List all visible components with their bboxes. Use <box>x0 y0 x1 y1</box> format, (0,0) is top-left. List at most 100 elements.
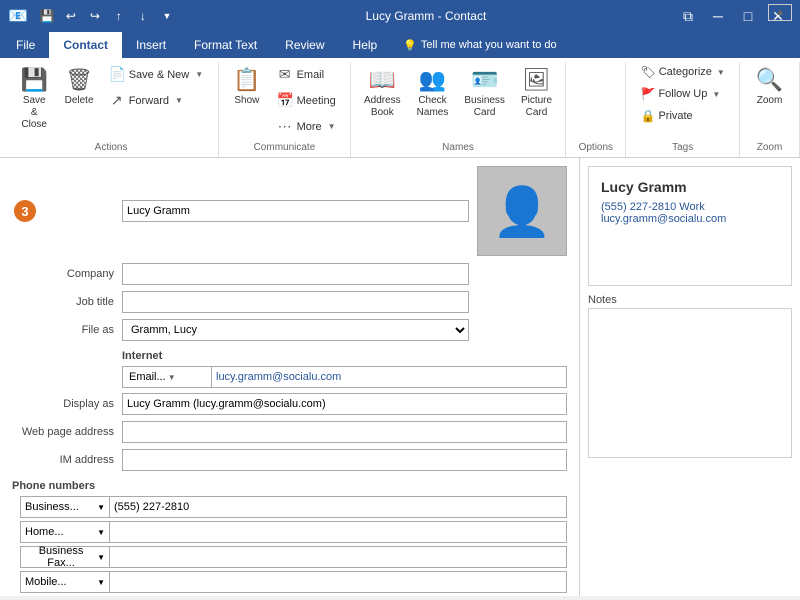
mobile-input[interactable] <box>110 571 567 593</box>
ribbon-group-actions: 💾 Save &Close 🗑 Delete 📄 Save & New ▼ <box>4 62 219 157</box>
home-label: Home... <box>25 526 64 538</box>
fax-dropdown-arrow: ▼ <box>97 553 105 562</box>
private-icon: 🔒 <box>640 109 655 123</box>
business-label: Business... <box>25 501 79 513</box>
notes-label: Notes <box>588 294 792 306</box>
save-new-icon: 📄 <box>109 66 125 83</box>
business-dropdown-arrow: ▼ <box>97 503 105 512</box>
maximize-btn[interactable]: □ <box>734 2 762 30</box>
restore-btn[interactable]: ⧉ <box>674 2 702 30</box>
notes-textarea[interactable] <box>588 308 792 458</box>
check-names-button[interactable]: 👥 CheckNames <box>410 62 456 124</box>
picture-icon: 🖼 <box>523 67 551 93</box>
zoom-button[interactable]: 🔍 Zoom <box>749 62 790 112</box>
qat-up[interactable]: ↑ <box>108 5 130 27</box>
check-names-icon: 👥 <box>419 67 446 93</box>
qat-save[interactable]: 💾 <box>36 5 58 27</box>
right-panel: Lucy Gramm (555) 227-2810 Work lucy.gram… <box>580 158 800 596</box>
picture-card-button[interactable]: 🖼 PictureCard <box>514 62 559 124</box>
business-phone-row: Business... ▼ <box>12 496 567 518</box>
forward-button[interactable]: ↗ Forward ▼ <box>102 88 210 113</box>
email-row: Email... ▼ <box>12 366 567 388</box>
more-arrow: ▼ <box>328 122 336 131</box>
tab-contact[interactable]: Contact <box>49 32 122 58</box>
forward-arrow: ▼ <box>175 96 183 105</box>
follow-up-button[interactable]: 🚩 Follow Up ▼ <box>633 84 727 104</box>
contact-card-name: Lucy Gramm <box>601 179 779 195</box>
qat-down[interactable]: ↓ <box>132 5 154 27</box>
ribbon-group-tags: 🏷 Categorize ▼ 🚩 Follow Up ▼ 🔒 Private T… <box>626 62 740 157</box>
job-title-row: Job title <box>12 290 567 314</box>
mobile-dropdown[interactable]: Mobile... ▼ <box>20 571 110 593</box>
im-row: IM address <box>12 448 567 472</box>
qat-redo[interactable]: ↪ <box>84 5 106 27</box>
home-phone-row: Home... ▼ <box>12 521 567 543</box>
display-as-label: Display as <box>12 398 122 410</box>
ribbon-content: 💾 Save &Close 🗑 Delete 📄 Save & New ▼ <box>0 58 800 157</box>
email-button[interactable]: ✉ Email <box>270 62 343 87</box>
web-page-input[interactable] <box>122 421 567 443</box>
business-phone-input[interactable] <box>110 496 567 518</box>
tab-insert[interactable]: Insert <box>122 32 180 58</box>
company-input[interactable] <box>122 263 469 285</box>
display-as-row: Display as <box>12 392 567 416</box>
mobile-row: Mobile... ▼ <box>12 571 567 593</box>
save-icon: 💾 <box>21 67 48 93</box>
mobile-dropdown-arrow: ▼ <box>97 578 105 587</box>
app-icon: 📧 <box>8 6 28 26</box>
categorize-button[interactable]: 🏷 Categorize ▼ <box>633 62 731 82</box>
more-button[interactable]: ⋯ More ▼ <box>270 114 343 139</box>
minimize-btn[interactable]: ─ <box>704 2 732 30</box>
save-new-button[interactable]: 📄 Save & New ▼ <box>102 62 210 87</box>
name-row: 3 👤 <box>12 166 567 256</box>
tab-help[interactable]: Help <box>339 32 392 58</box>
lightbulb-icon: 💡 <box>403 39 417 52</box>
email-btn-label: Email... <box>129 371 166 383</box>
im-label: IM address <box>12 454 122 466</box>
quick-access-toolbar: 💾 ↩ ↪ ↑ ↓ ▼ <box>36 5 178 27</box>
home-phone-input[interactable] <box>110 521 567 543</box>
email-dropdown-button[interactable]: Email... ▼ <box>122 366 212 388</box>
tab-file[interactable]: File <box>2 32 49 58</box>
job-title-input[interactable] <box>122 291 469 313</box>
qat-undo[interactable]: ↩ <box>60 5 82 27</box>
save-close-button[interactable]: 💾 Save &Close <box>12 62 56 136</box>
window-title: Lucy Gramm - Contact <box>178 9 674 23</box>
home-phone-dropdown[interactable]: Home... ▼ <box>20 521 110 543</box>
qat-customize[interactable]: ▼ <box>156 5 178 27</box>
tell-me[interactable]: 💡 Tell me what you want to do <box>391 32 800 58</box>
business-card-button[interactable]: 🪪 BusinessCard <box>457 62 512 124</box>
show-icon: 📋 <box>233 67 260 93</box>
web-page-label: Web page address <box>12 426 122 438</box>
business-fax-row: Business Fax... ▼ <box>12 546 567 568</box>
private-button[interactable]: 🔒 Private <box>633 106 699 126</box>
delete-button[interactable]: 🗑 Delete <box>58 62 99 112</box>
tab-format-text[interactable]: Format Text <box>180 32 271 58</box>
ribbon-group-communicate: 📋 Show ✉ Email 📅 Meeting ⋯ More <box>219 62 351 157</box>
communicate-small-group: ✉ Email 📅 Meeting ⋯ More ▼ <box>270 62 343 139</box>
meeting-button[interactable]: 📅 Meeting <box>270 88 343 113</box>
business-fax-input[interactable] <box>110 546 567 568</box>
tab-review[interactable]: Review <box>271 32 338 58</box>
phone-section-header: Phone numbers <box>12 480 567 492</box>
photo-placeholder[interactable]: 👤 <box>477 166 567 256</box>
mobile-label: Mobile... <box>25 576 67 588</box>
company-row: Company <box>12 262 567 286</box>
business-phone-dropdown[interactable]: Business... ▼ <box>20 496 110 518</box>
home-dropdown-arrow: ▼ <box>97 528 105 537</box>
show-button[interactable]: 📋 Show <box>226 62 267 112</box>
business-fax-dropdown[interactable]: Business Fax... ▼ <box>20 546 110 568</box>
im-input[interactable] <box>122 449 567 471</box>
display-as-input[interactable] <box>122 393 567 415</box>
internet-section-header: Internet <box>122 350 567 362</box>
title-bar: 📧 💾 ↩ ↪ ↑ ↓ ▼ Lucy Gramm - Contact ⧉ ─ □… <box>0 0 800 32</box>
job-title-label: Job title <box>12 296 122 308</box>
person-icon: 👤 <box>492 183 552 240</box>
file-as-select[interactable]: Gramm, Lucy <box>122 319 469 341</box>
address-book-button[interactable]: 📖 AddressBook <box>357 62 408 124</box>
ribbon-collapse-btn[interactable]: ▲ <box>768 4 792 21</box>
contact-card-phone: (555) 227-2810 Work <box>601 201 779 213</box>
name-input[interactable] <box>122 200 469 222</box>
email-input[interactable] <box>212 366 567 388</box>
email-dropdown-arrow: ▼ <box>168 373 176 382</box>
